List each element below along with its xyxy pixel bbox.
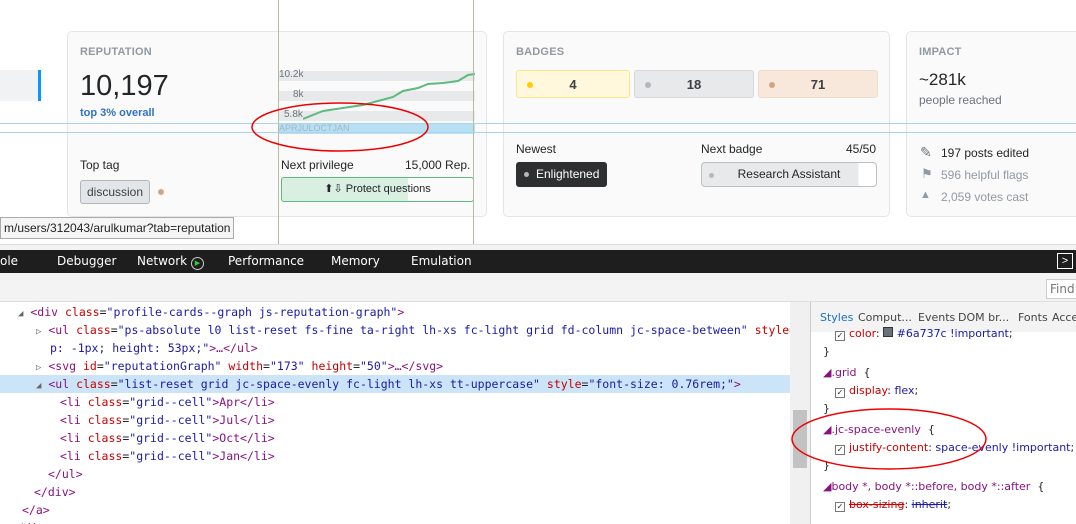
dom-node[interactable]: <li class="grid--cell">Jan</li>: [0, 447, 790, 465]
style-decl-display[interactable]: ✓ display: flex;: [835, 384, 918, 398]
dom-tree[interactable]: ◢ <div class="profile-cards--graph js-re…: [0, 302, 790, 524]
devtools-toolbar: ole Debugger Network ▶ Performance Memor…: [0, 250, 1076, 273]
people-reached-label: people reached: [919, 93, 1002, 107]
tab-console[interactable]: ole: [0, 250, 18, 272]
next-privilege-rep: 15,000 Rep.: [405, 158, 471, 172]
dom-node[interactable]: </div>: [0, 519, 790, 524]
highlight-guide: [0, 132, 1076, 133]
devtools-subbar: [0, 273, 1076, 302]
silver-dot-icon: [709, 173, 714, 178]
expand-arrow-icon[interactable]: ◢: [18, 309, 23, 319]
tab-events[interactable]: Events: [918, 311, 955, 324]
style-decl-box-sizing[interactable]: ✓ box-sizing: inherit;: [835, 498, 951, 512]
dom-node[interactable]: p: -1px; height: 53px;">…</ul>: [0, 339, 790, 357]
reputation-value: 10,197: [80, 70, 169, 102]
votes-cast: 2,059 votes cast: [941, 190, 1029, 204]
reputation-caption: REPUTATION: [80, 46, 152, 58]
sidebar-active-indicator: [38, 70, 41, 101]
dom-node[interactable]: <li class="grid--cell">Apr</li>: [0, 393, 790, 411]
play-icon: ▶: [190, 257, 204, 270]
dom-node[interactable]: ▷ <svg id="reputationGraph" width="173" …: [0, 357, 790, 375]
badges-card[interactable]: BADGES 4 18 71 Newest Enlightened Next b…: [503, 31, 890, 217]
gold-badges[interactable]: 4: [516, 70, 630, 98]
newest-badge[interactable]: Enlightened: [516, 162, 608, 187]
tab-dom-breakpoints[interactable]: DOM br...: [958, 311, 1009, 324]
color-swatch[interactable]: [883, 327, 894, 337]
top-tag[interactable]: discussion: [80, 180, 151, 204]
posts-edited: 197 posts edited: [941, 146, 1030, 160]
protect-icon: ⬆⇩: [324, 183, 346, 195]
find-input[interactable]: [1046, 279, 1076, 299]
flag-icon: ⚑: [921, 166, 933, 181]
dom-node[interactable]: </div>: [0, 483, 790, 501]
impact-card: IMPACT ~281k people reached ✎ 197 posts …: [906, 31, 1076, 217]
next-badge-button[interactable]: Research Assistant: [701, 162, 877, 187]
brace: }: [823, 345, 830, 358]
silver-badges[interactable]: 18: [634, 70, 754, 98]
tab-styles[interactable]: Styles: [820, 311, 853, 324]
next-privilege-button[interactable]: ⬆⇩ Protect questions: [281, 177, 474, 202]
dom-node[interactable]: ◢ <ul class="list-reset grid jc-space-ev…: [0, 375, 790, 393]
next-privilege-label: Next privilege: [281, 158, 354, 172]
helpful-flags: 596 helpful flags: [941, 168, 1029, 182]
people-reached-value: ~281k: [919, 70, 966, 89]
tab-network[interactable]: Network ▶: [137, 250, 204, 272]
style-decl-color[interactable]: ✓ color: #6a737c !important;: [835, 327, 1013, 341]
bronze-badges[interactable]: 71: [758, 70, 878, 98]
rule-body-universal[interactable]: ◢body *, body *::before, body *::after {: [823, 480, 1044, 493]
newest-label: Newest: [516, 142, 557, 156]
annotation-circle: [791, 408, 987, 470]
link-tooltip: m/users/312043/arulkumar?tab=reputation: [0, 217, 235, 239]
tab-memory[interactable]: Memory: [331, 250, 380, 272]
dom-node[interactable]: <li class="grid--cell">Jul</li>: [0, 411, 790, 429]
expand-arrow-icon[interactable]: ▷: [36, 327, 41, 337]
bronze-dot-icon: [769, 82, 775, 88]
rule-grid[interactable]: ◢.grid {: [823, 366, 871, 379]
dom-node[interactable]: <li class="grid--cell">Oct</li>: [0, 429, 790, 447]
impact-caption: IMPACT: [919, 46, 962, 58]
checkbox[interactable]: ✓: [835, 502, 845, 512]
console-toggle-icon[interactable]: >: [1057, 253, 1073, 269]
expand-arrow-icon[interactable]: ◢: [36, 381, 41, 391]
tab-debugger[interactable]: Debugger: [57, 250, 116, 272]
top-tag-label: Top tag: [80, 158, 120, 172]
badges-caption: BADGES: [516, 46, 565, 58]
expand-arrow-icon[interactable]: ▷: [36, 363, 41, 373]
tab-computed[interactable]: Comput...: [858, 311, 912, 324]
silver-dot-icon: [524, 172, 529, 177]
tab-emulation[interactable]: Emulation: [411, 250, 472, 272]
silver-dot-icon: [645, 82, 651, 88]
dom-node[interactable]: ◢ <div class="profile-cards--graph js-re…: [0, 303, 790, 321]
highlight-guide: [0, 123, 1076, 124]
next-badge-progress: 45/50: [846, 142, 877, 156]
tab-accessibility[interactable]: Acce: [1052, 311, 1076, 324]
bronze-dot-icon: [158, 189, 164, 195]
next-badge-label: Next badge: [701, 142, 763, 156]
annotation-circle: [251, 102, 429, 152]
gold-dot-icon: [527, 82, 533, 88]
pencil-icon: ✎: [920, 144, 932, 160]
y-label: 10.2k: [279, 69, 304, 80]
styles-pane: Styles Comput... Events DOM br... Fonts …: [791, 302, 1076, 524]
y-label: 8k: [293, 89, 304, 100]
dom-node[interactable]: </ul>: [0, 465, 790, 483]
checkbox[interactable]: ✓: [835, 388, 845, 398]
tab-performance[interactable]: Performance: [228, 250, 304, 272]
tab-fonts[interactable]: Fonts: [1018, 311, 1048, 324]
dom-node[interactable]: ▷ <ul class="ps-absolute l0 list-reset f…: [0, 321, 790, 339]
checkbox[interactable]: ✓: [835, 331, 845, 341]
sidebar-active-item[interactable]: [0, 70, 38, 101]
dom-node[interactable]: </a>: [0, 501, 790, 519]
reputation-rank[interactable]: top 3% overall: [80, 107, 155, 119]
vote-up-icon: ▲: [920, 189, 931, 201]
